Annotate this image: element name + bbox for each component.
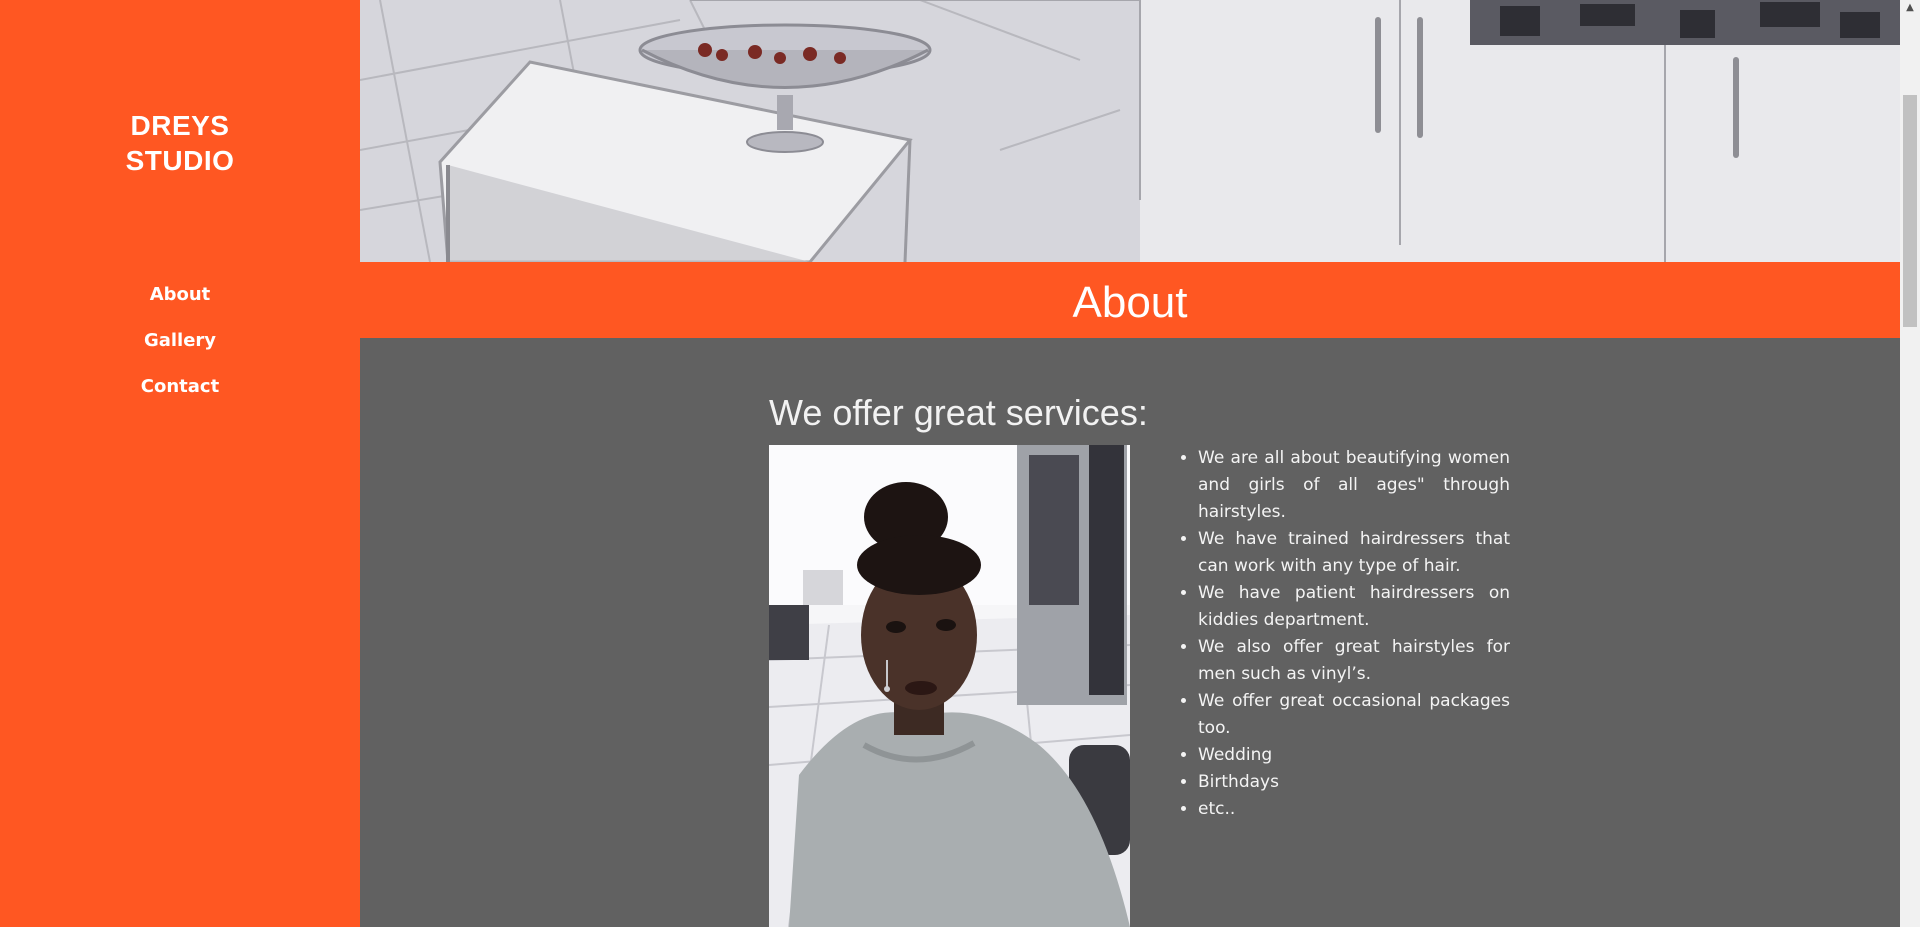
stylist-portrait-illustration	[769, 445, 1130, 927]
hero-image	[360, 0, 1900, 262]
nav-link-contact[interactable]: Contact	[0, 364, 360, 410]
about-banner: About	[360, 262, 1900, 338]
salon-interior-illustration	[360, 0, 1900, 262]
main-content: About We offer great services: • We are …	[360, 0, 1900, 927]
scrollbar-thumb[interactable]	[1903, 95, 1917, 327]
stylist-photo	[769, 445, 1130, 927]
caret-up-icon[interactable]: ▲	[1900, 0, 1920, 16]
page-scrollbar[interactable]: ▲	[1900, 0, 1920, 927]
nav-link-gallery[interactable]: Gallery	[0, 318, 360, 364]
list-item: We also offer great hairstyles for men s…	[1198, 634, 1510, 688]
list-item: Wedding	[1198, 742, 1510, 769]
list-item: We have patient hairdressers on kiddies …	[1198, 580, 1510, 634]
sidebar-nav: About Gallery Contact	[0, 272, 360, 410]
list-item: Birthdays	[1198, 769, 1510, 796]
services-heading: We offer great services:	[769, 392, 1148, 433]
brand-line-1: DREYS	[130, 110, 230, 141]
sidebar: DREYS STUDIO About Gallery Contact	[0, 0, 360, 927]
brand-line-2: STUDIO	[125, 145, 235, 176]
services-list: We are all about beautifying women and g…	[1178, 445, 1510, 823]
list-item: We are all about beautifying women and g…	[1198, 445, 1510, 526]
list-item: etc..	[1198, 796, 1510, 823]
nav-link-about[interactable]: About	[0, 272, 360, 318]
list-item: We offer great occasional packages too.	[1198, 688, 1510, 742]
list-item: We have trained hairdressers that can wo…	[1198, 526, 1510, 580]
brand-logo[interactable]: DREYS STUDIO	[0, 108, 360, 178]
